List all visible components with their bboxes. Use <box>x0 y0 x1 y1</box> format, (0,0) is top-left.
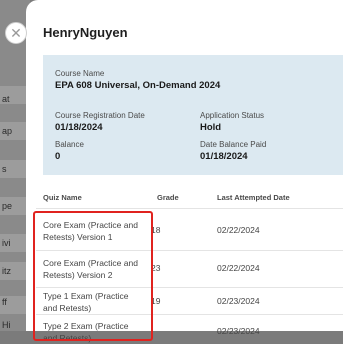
table-divider <box>36 208 343 209</box>
student-name-title: HenryNguyen <box>43 25 128 40</box>
balance-paid-value: 01/18/2024 <box>200 151 248 162</box>
balance-value: 0 <box>55 151 61 162</box>
last-attempted-cell: 02/22/2024 <box>217 263 260 273</box>
background-text: ff <box>2 297 7 307</box>
course-info-box: Course Name EPA 608 Universal, On-Demand… <box>43 55 343 175</box>
registration-date-label: Course Registration Date <box>55 111 145 120</box>
last-attempted-cell: 02/23/2024 <box>217 326 260 336</box>
close-button[interactable]: ✕ <box>5 22 27 44</box>
close-icon[interactable]: ✕ <box>10 25 22 41</box>
balance-paid-label: Date Balance Paid <box>200 140 267 149</box>
background-text: ap <box>2 126 13 136</box>
highlight-box <box>33 211 153 341</box>
background-text: itz <box>2 266 11 276</box>
application-status-value: Hold <box>200 122 222 133</box>
background-text: pe <box>2 201 13 211</box>
registration-date-value: 01/18/2024 <box>55 122 103 133</box>
background-text: at <box>2 94 10 104</box>
background-text: ivi <box>2 238 11 248</box>
column-header-grade: Grade <box>157 193 179 202</box>
background-text: s <box>2 164 7 174</box>
course-name-label: Course Name <box>55 69 105 78</box>
last-attempted-cell: 02/22/2024 <box>217 225 260 235</box>
course-name-value: EPA 608 Universal, On-Demand 2024 <box>55 80 221 91</box>
column-header-quiz-name: Quiz Name <box>43 193 82 202</box>
balance-label: Balance <box>55 140 84 149</box>
last-attempted-cell: 02/23/2024 <box>217 296 260 306</box>
background-text: Hi <box>2 320 11 330</box>
application-status-label: Application Status <box>200 111 265 120</box>
column-header-last-attempted: Last Attempted Date <box>217 193 290 202</box>
